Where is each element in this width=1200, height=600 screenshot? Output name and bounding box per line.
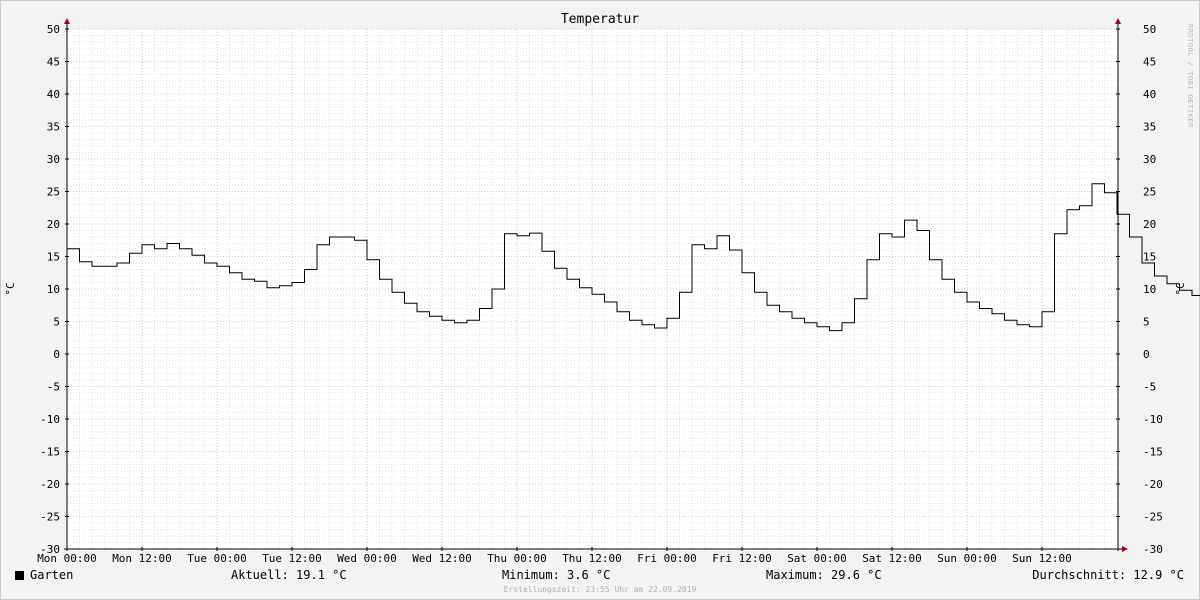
y-tick-label-right: -15 bbox=[1143, 446, 1163, 459]
legend-maximum: Maximum: 29.6 °C bbox=[766, 568, 882, 582]
y-tick-label-left: 5 bbox=[53, 316, 60, 329]
y-axis-label-left: °C bbox=[4, 282, 17, 295]
x-tick-label: Wed 12:00 bbox=[412, 552, 472, 565]
y-tick-label-left: 20 bbox=[47, 218, 60, 231]
y-tick-label-right: 35 bbox=[1143, 121, 1156, 134]
x-tick-label: Sat 00:00 bbox=[787, 552, 847, 565]
y-tick-label-left: 40 bbox=[47, 88, 60, 101]
y-tick-label-right: -5 bbox=[1143, 381, 1156, 394]
y-tick-label-left: 10 bbox=[47, 283, 60, 296]
y-tick-label-right: -25 bbox=[1143, 511, 1163, 524]
y-tick-label-right: 5 bbox=[1143, 316, 1150, 329]
x-tick-label: Mon 00:00 bbox=[37, 552, 97, 565]
y-tick-label-left: 35 bbox=[47, 121, 60, 134]
y-axis-label-right: °C bbox=[1174, 282, 1187, 295]
y-tick-label-right: -20 bbox=[1143, 478, 1163, 491]
x-tick-label: Sat 12:00 bbox=[862, 552, 922, 565]
x-tick-label: Sun 12:00 bbox=[1012, 552, 1072, 565]
legend-series-label: Garten bbox=[30, 568, 74, 582]
y-tick-label-left: 50 bbox=[47, 23, 60, 36]
creation-time-footer: Erstellungszeit: 23:55 Uhr am 22.09.2019 bbox=[503, 585, 697, 594]
y-tick-label-left: 25 bbox=[47, 186, 60, 199]
y-tick-label-right: 10 bbox=[1143, 283, 1156, 296]
x-tick-label: Fri 00:00 bbox=[637, 552, 697, 565]
legend-minimum: Minimum: 3.6 °C bbox=[502, 568, 611, 582]
chart-title: Temperatur bbox=[561, 12, 639, 27]
legend-current: Aktuell: 19.1 °C bbox=[231, 568, 347, 582]
y-tick-label-right: 45 bbox=[1143, 56, 1156, 69]
legend-average: Durchschnitt: 12.9 °C bbox=[1032, 568, 1184, 582]
y-tick-label-left: -5 bbox=[47, 381, 60, 394]
y-tick-label-right: 0 bbox=[1143, 348, 1150, 361]
legend-row: Garten Aktuell: 19.1 °C Minimum: 3.6 °C … bbox=[0, 568, 1200, 584]
x-tick-label: Fri 12:00 bbox=[712, 552, 772, 565]
x-tick-label: Sun 00:00 bbox=[937, 552, 997, 565]
y-tick-label-left: -10 bbox=[40, 413, 60, 426]
y-tick-label-left: 0 bbox=[53, 348, 60, 361]
y-tick-label-left: -20 bbox=[40, 478, 60, 491]
y-tick-label-right: -30 bbox=[1143, 543, 1163, 556]
y-tick-label-right: 40 bbox=[1143, 88, 1156, 101]
y-tick-label-right: 25 bbox=[1143, 186, 1156, 199]
y-tick-label-left: 30 bbox=[47, 153, 60, 166]
y-tick-label-left: -25 bbox=[40, 511, 60, 524]
y-tick-label-right: 30 bbox=[1143, 153, 1156, 166]
x-axis-arrow bbox=[1122, 546, 1128, 552]
y-tick-label-right: -10 bbox=[1143, 413, 1163, 426]
x-tick-label: Thu 00:00 bbox=[487, 552, 547, 565]
y-axis-left-arrow bbox=[64, 18, 70, 24]
x-tick-label: Mon 12:00 bbox=[112, 552, 172, 565]
x-tick-label: Tue 00:00 bbox=[187, 552, 247, 565]
y-tick-label-right: 20 bbox=[1143, 218, 1156, 231]
temperature-chart: 50 5045 4540 4035 3530 3025 2520 2015 1510 105 50 0… bbox=[4, 12, 1200, 565]
y-axis-right-arrow bbox=[1115, 18, 1121, 24]
y-tick-label-left: -15 bbox=[40, 446, 60, 459]
x-tick-label: Tue 12:00 bbox=[262, 552, 322, 565]
y-tick-label-right: 15 bbox=[1143, 251, 1156, 264]
y-tick-label-right: 50 bbox=[1143, 23, 1156, 36]
y-tick-label-left: 45 bbox=[47, 56, 60, 69]
watermark: RRDTOOL / TOBI OETIKER bbox=[1186, 24, 1194, 128]
x-tick-label: Thu 12:00 bbox=[562, 552, 622, 565]
y-tick-label-left: 15 bbox=[47, 251, 60, 264]
x-tick-label: Wed 00:00 bbox=[337, 552, 397, 565]
